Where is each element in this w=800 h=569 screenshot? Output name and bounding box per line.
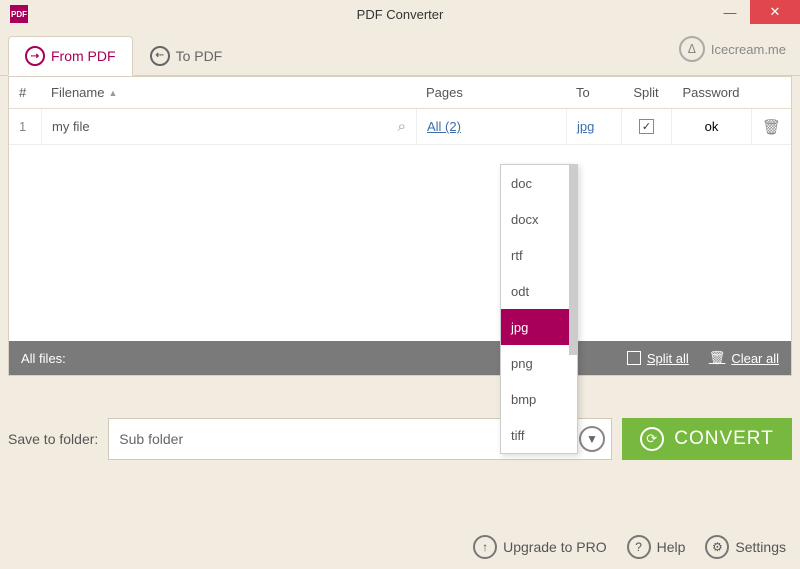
th-number[interactable]: #	[9, 77, 41, 108]
close-button[interactable]: ✕	[750, 0, 800, 24]
title-bar: PDF PDF Converter — ✕	[0, 0, 800, 28]
folder-value: Sub folder	[119, 431, 183, 447]
convert-label: CONVERT	[674, 428, 774, 450]
file-table: # Filename ▲ Pages To Split Password 1 m…	[8, 76, 792, 376]
tab-from-pdf[interactable]: ⇢ From PDF	[8, 36, 133, 76]
help-link[interactable]: ? Help	[627, 535, 686, 559]
clear-all-label: Clear all	[731, 351, 779, 366]
table-body: 1 my file ⌕ All (2) jpg ✓ ok 🗑 ＋	[9, 109, 791, 341]
row-password-cell[interactable]: ok	[671, 109, 751, 144]
tab-from-label: From PDF	[51, 48, 116, 64]
upgrade-link[interactable]: ↑ Upgrade to PRO	[473, 535, 607, 559]
th-filename-label: Filename	[51, 85, 104, 100]
search-icon[interactable]: ⌕	[398, 118, 406, 135]
row-delete-cell[interactable]: 🗑	[751, 109, 791, 144]
sort-asc-icon: ▲	[108, 88, 117, 98]
th-password[interactable]: Password	[671, 77, 751, 108]
folder-dropdown-icon[interactable]: ▼	[579, 426, 605, 452]
settings-link[interactable]: ⚙ Settings	[705, 535, 786, 559]
all-files-bar: All files: Split all 🗑 Clear all	[9, 341, 791, 375]
dropdown-option-jpg[interactable]: jpg	[501, 309, 577, 345]
format-dropdown[interactable]: doc docx rtf odt jpg png bmp tiff	[500, 164, 578, 454]
th-pages[interactable]: Pages	[416, 77, 566, 108]
minimize-button[interactable]: —	[710, 0, 750, 24]
app-icon: PDF	[10, 5, 28, 23]
split-all-action[interactable]: Split all	[627, 351, 689, 366]
clear-all-trash-icon: 🗑	[709, 350, 726, 366]
row-split-cell[interactable]: ✓	[621, 109, 671, 144]
dropdown-option-odt[interactable]: odt	[501, 273, 577, 309]
window-title: PDF Converter	[357, 7, 444, 22]
table-row: 1 my file ⌕ All (2) jpg ✓ ok 🗑	[9, 109, 791, 145]
split-all-checkbox[interactable]	[627, 351, 641, 365]
brand-link[interactable]: ᐃ Icecream.me	[679, 36, 786, 62]
help-label: Help	[657, 539, 686, 555]
clear-all-action[interactable]: 🗑 Clear all	[709, 350, 779, 366]
row-pages-cell[interactable]: All (2)	[416, 109, 566, 144]
save-row: Save to folder: Sub folder ▼ ⟳ CONVERT	[8, 418, 792, 460]
convert-button[interactable]: ⟳ CONVERT	[622, 418, 792, 460]
row-to-link[interactable]: jpg	[577, 119, 594, 134]
dropdown-option-tiff[interactable]: tiff	[501, 417, 577, 453]
dropdown-option-rtf[interactable]: rtf	[501, 237, 577, 273]
dropdown-scrollbar[interactable]	[569, 165, 577, 355]
gear-icon: ⚙	[705, 535, 729, 559]
footer-links: ↑ Upgrade to PRO ? Help ⚙ Settings	[473, 535, 786, 559]
trash-icon[interactable]: 🗑	[762, 118, 781, 136]
tab-to-label: To PDF	[176, 48, 223, 64]
from-pdf-icon: ⇢	[25, 46, 45, 66]
settings-label: Settings	[735, 539, 786, 555]
row-to-cell[interactable]: jpg	[566, 109, 621, 144]
dropdown-option-bmp[interactable]: bmp	[501, 381, 577, 417]
to-pdf-icon: ⇠	[150, 46, 170, 66]
upgrade-icon: ↑	[473, 535, 497, 559]
th-filename[interactable]: Filename ▲	[41, 77, 416, 108]
th-delete	[751, 77, 791, 108]
row-filename: my file	[52, 119, 90, 134]
row-filename-cell[interactable]: my file ⌕	[41, 109, 416, 144]
tab-to-pdf[interactable]: ⇠ To PDF	[133, 35, 240, 75]
row-number: 1	[9, 109, 41, 144]
row-split-checkbox[interactable]: ✓	[639, 119, 654, 134]
th-split[interactable]: Split	[621, 77, 671, 108]
tab-row: ⇢ From PDF ⇠ To PDF ᐃ Icecream.me	[0, 28, 800, 76]
th-to[interactable]: To	[566, 77, 621, 108]
help-icon: ?	[627, 535, 651, 559]
dropdown-option-docx[interactable]: docx	[501, 201, 577, 237]
table-header: # Filename ▲ Pages To Split Password	[9, 77, 791, 109]
all-files-label: All files:	[21, 351, 66, 366]
row-pages-link[interactable]: All (2)	[427, 119, 461, 134]
brand-text: Icecream.me	[711, 42, 786, 57]
split-all-label: Split all	[647, 351, 689, 366]
upgrade-label: Upgrade to PRO	[503, 539, 607, 555]
dropdown-option-doc[interactable]: doc	[501, 165, 577, 201]
brand-icon: ᐃ	[679, 36, 705, 62]
dropdown-option-png[interactable]: png	[501, 345, 577, 381]
save-label: Save to folder:	[8, 431, 98, 447]
convert-icon: ⟳	[640, 427, 664, 451]
